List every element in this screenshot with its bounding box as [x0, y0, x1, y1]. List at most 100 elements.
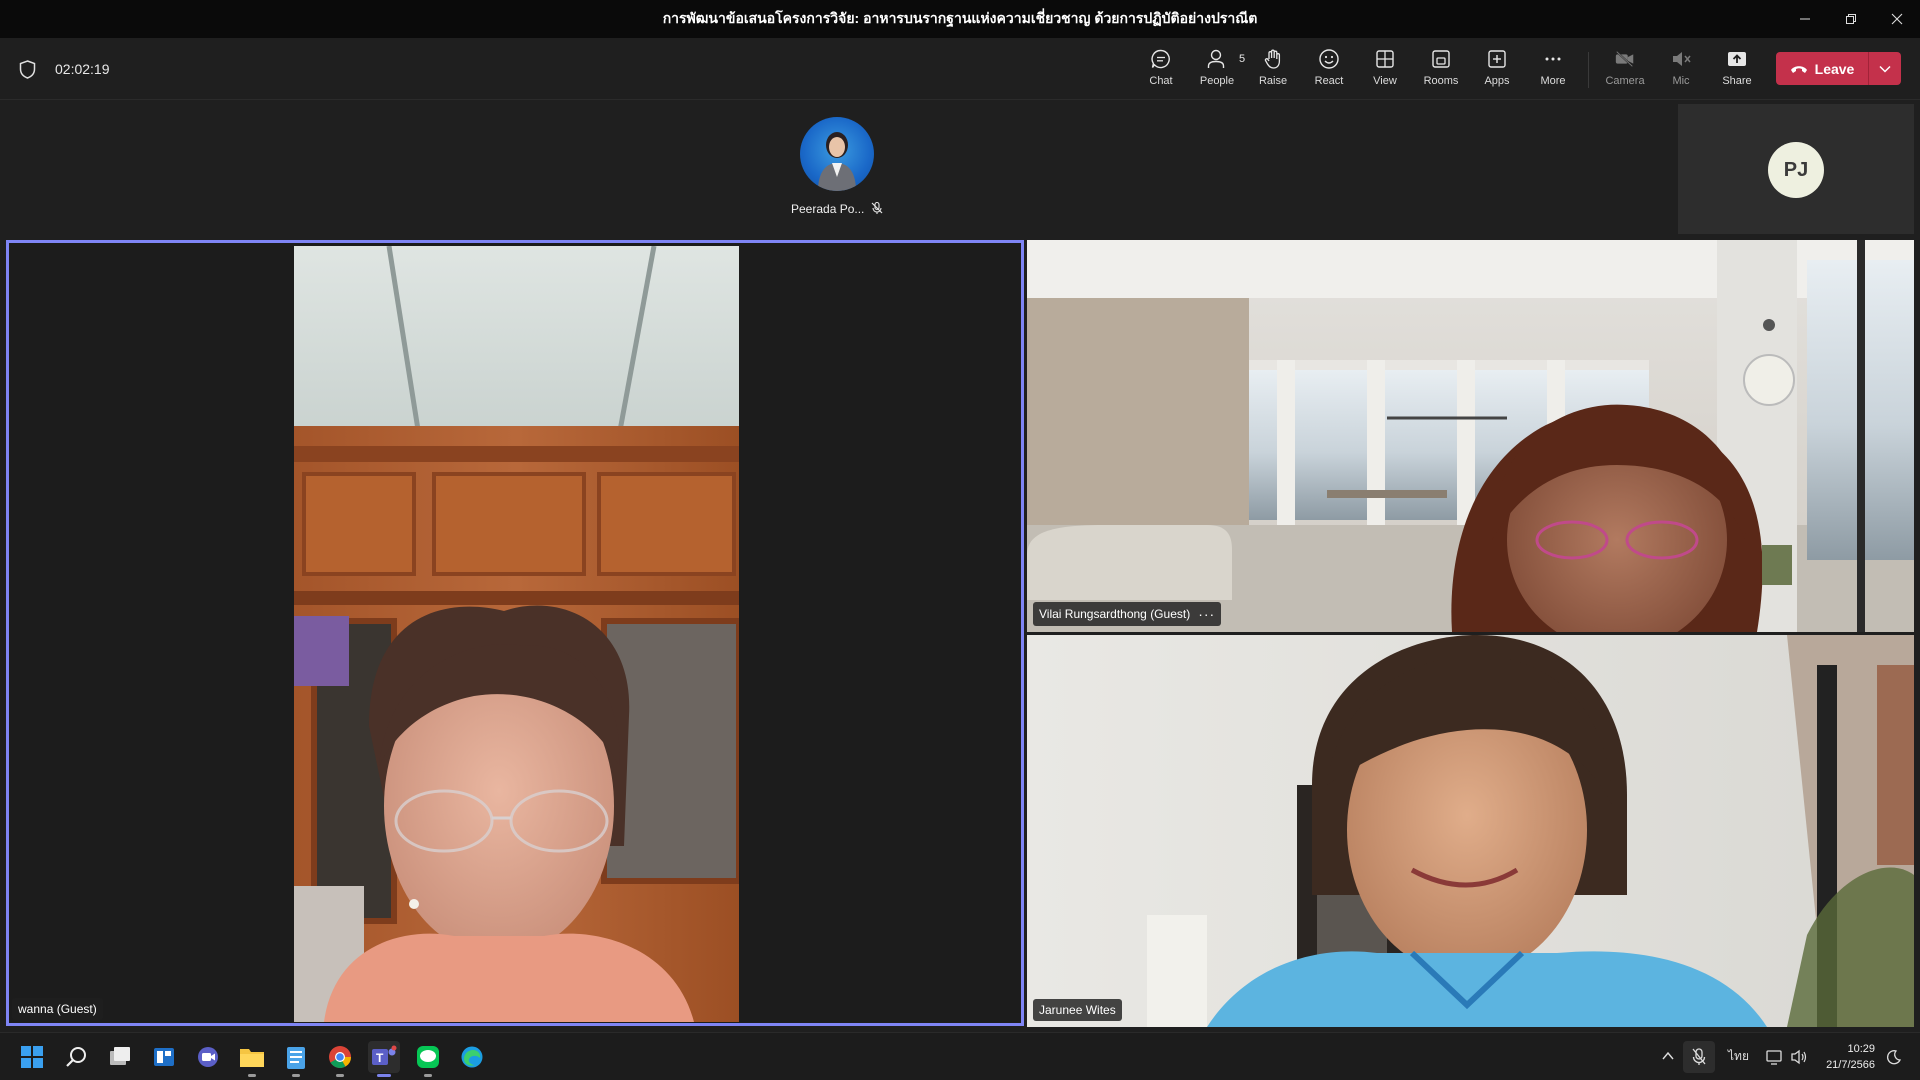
system-clock[interactable]: 10:29 21/7/2566	[1815, 1041, 1875, 1073]
volume-icon[interactable]	[1790, 1049, 1808, 1065]
participant-name-tag: wanna (Guest)	[12, 998, 103, 1020]
video-feed-vilai	[1027, 240, 1914, 632]
mic-off-icon	[1673, 52, 1691, 66]
running-indicator	[248, 1074, 256, 1077]
participant-initials-avatar: PJ	[1768, 142, 1824, 198]
clock-date: 21/7/2566	[1826, 1059, 1875, 1071]
react-button[interactable]: React	[1302, 46, 1356, 94]
widgets-icon	[154, 1048, 174, 1066]
view-label: View	[1373, 75, 1397, 87]
search-button[interactable]	[61, 1041, 93, 1073]
rooms-label: Rooms	[1423, 75, 1459, 87]
camera-button[interactable]: Camera	[1598, 46, 1652, 94]
participant-name-peerada: Peerada Po...	[791, 202, 865, 216]
participant-name-tag: Jarunee Wites	[1033, 999, 1122, 1021]
share-screen-icon	[1728, 52, 1746, 66]
running-indicator	[424, 1074, 432, 1077]
participant-name-tag: Vilai Rungsardthong (Guest) ···	[1033, 602, 1222, 626]
chrome-button[interactable]	[324, 1041, 356, 1077]
window-title: การพัฒนาข้อเสนอโครงการวิจัย: อาหารบนรากฐ…	[662, 10, 1258, 26]
share-button[interactable]: Share	[1710, 46, 1764, 94]
running-indicator	[292, 1074, 300, 1077]
rooms-icon	[1432, 50, 1450, 68]
people-label: People	[1199, 75, 1235, 87]
line-chat-icon	[417, 1046, 439, 1068]
teams-icon: T	[372, 1045, 397, 1065]
video-tile-jarunee[interactable]: Jarunee Wites	[1027, 635, 1914, 1027]
hand-icon	[1264, 49, 1281, 69]
meeting-toolbar: 02:02:19 Chat 5 People Raise React View	[0, 38, 1920, 100]
video-tile-vilai[interactable]: Vilai Rungsardthong (Guest) ···	[1027, 240, 1914, 632]
smile-icon	[1319, 49, 1339, 69]
more-label: More	[1540, 75, 1566, 87]
leave-options-button[interactable]	[1869, 65, 1901, 73]
notepad-button[interactable]	[280, 1041, 312, 1077]
muted-mic-icon	[871, 201, 883, 214]
windows-taskbar: T ไทย 10:29 21/7/2566	[0, 1032, 1920, 1080]
teams-chat-taskbar-button[interactable]	[192, 1041, 224, 1073]
restore-button[interactable]	[1828, 0, 1874, 38]
meeting-timer: 02:02:19	[55, 61, 110, 77]
people-count: 5	[1239, 53, 1246, 65]
share-label: Share	[1722, 75, 1752, 87]
edge-browser-icon	[461, 1046, 483, 1068]
camera-label: Camera	[1605, 75, 1645, 87]
rooms-button[interactable]: Rooms	[1414, 46, 1468, 94]
camera-off-icon	[1615, 50, 1634, 68]
notepad-icon	[287, 1047, 305, 1069]
clock-time: 10:29	[1847, 1043, 1875, 1055]
more-options-icon[interactable]: ···	[1198, 606, 1215, 622]
leave-button-group: Leave	[1776, 52, 1901, 85]
participant-name: Vilai Rungsardthong (Guest)	[1039, 607, 1191, 621]
video-tile-wanna[interactable]: wanna (Guest)	[6, 240, 1024, 1026]
participant-name: wanna (Guest)	[18, 1002, 97, 1016]
search-icon	[66, 1047, 86, 1067]
video-feed-jarunee	[1027, 635, 1914, 1027]
apps-button[interactable]: Apps	[1470, 46, 1524, 94]
focus-moon-icon[interactable]	[1886, 1049, 1902, 1065]
react-label: React	[1314, 75, 1344, 87]
muted-mic-tray-button[interactable]	[1683, 1041, 1715, 1073]
chevron-down-icon	[1879, 65, 1891, 73]
widgets-button[interactable]	[148, 1041, 180, 1073]
toolbar-separator	[1588, 52, 1589, 88]
participant-avatar-peerada[interactable]	[800, 117, 874, 191]
file-explorer-button[interactable]	[236, 1041, 268, 1077]
shield-icon[interactable]	[19, 60, 36, 79]
network-icon[interactable]	[1766, 1049, 1784, 1065]
mic-muted-icon	[1692, 1048, 1706, 1065]
more-dots-icon	[1545, 57, 1561, 61]
mic-button[interactable]: Mic	[1654, 46, 1708, 94]
people-button[interactable]: 5 People	[1190, 46, 1246, 94]
leave-button[interactable]: Leave	[1776, 52, 1868, 85]
minimize-button[interactable]	[1782, 0, 1828, 38]
raise-hand-button[interactable]: Raise	[1246, 46, 1300, 94]
line-app-button[interactable]	[412, 1041, 444, 1077]
participant-name: Jarunee Wites	[1039, 1003, 1116, 1017]
teams-button[interactable]: T	[368, 1041, 400, 1077]
video-frame	[294, 246, 739, 1022]
window-titlebar: การพัฒนาข้อเสนอโครงการวิจัย: อาหารบนรากฐ…	[0, 0, 1920, 38]
participant-tile-pj[interactable]: PJ	[1678, 104, 1914, 234]
more-button[interactable]: More	[1526, 46, 1580, 94]
svg-text:T: T	[376, 1051, 384, 1065]
task-view-button[interactable]	[104, 1041, 136, 1073]
hang-up-icon	[1790, 65, 1807, 73]
video-chat-icon	[198, 1047, 218, 1067]
chrome-icon	[329, 1046, 351, 1068]
people-icon	[1207, 49, 1225, 68]
video-feed-wanna	[294, 246, 739, 1022]
grid-view-icon	[1376, 50, 1394, 68]
close-window-button[interactable]	[1874, 0, 1920, 38]
chevron-up-icon[interactable]	[1662, 1051, 1674, 1061]
input-language[interactable]: ไทย	[1728, 1047, 1749, 1066]
edge-button[interactable]	[456, 1041, 488, 1073]
task-view-icon	[110, 1047, 130, 1065]
start-button[interactable]	[16, 1041, 48, 1073]
chat-label: Chat	[1149, 75, 1173, 87]
mic-label: Mic	[1672, 75, 1690, 87]
chat-button[interactable]: Chat	[1134, 46, 1188, 94]
view-button[interactable]: View	[1358, 46, 1412, 94]
profile-photo	[818, 132, 856, 191]
restore-icon	[1846, 14, 1856, 24]
